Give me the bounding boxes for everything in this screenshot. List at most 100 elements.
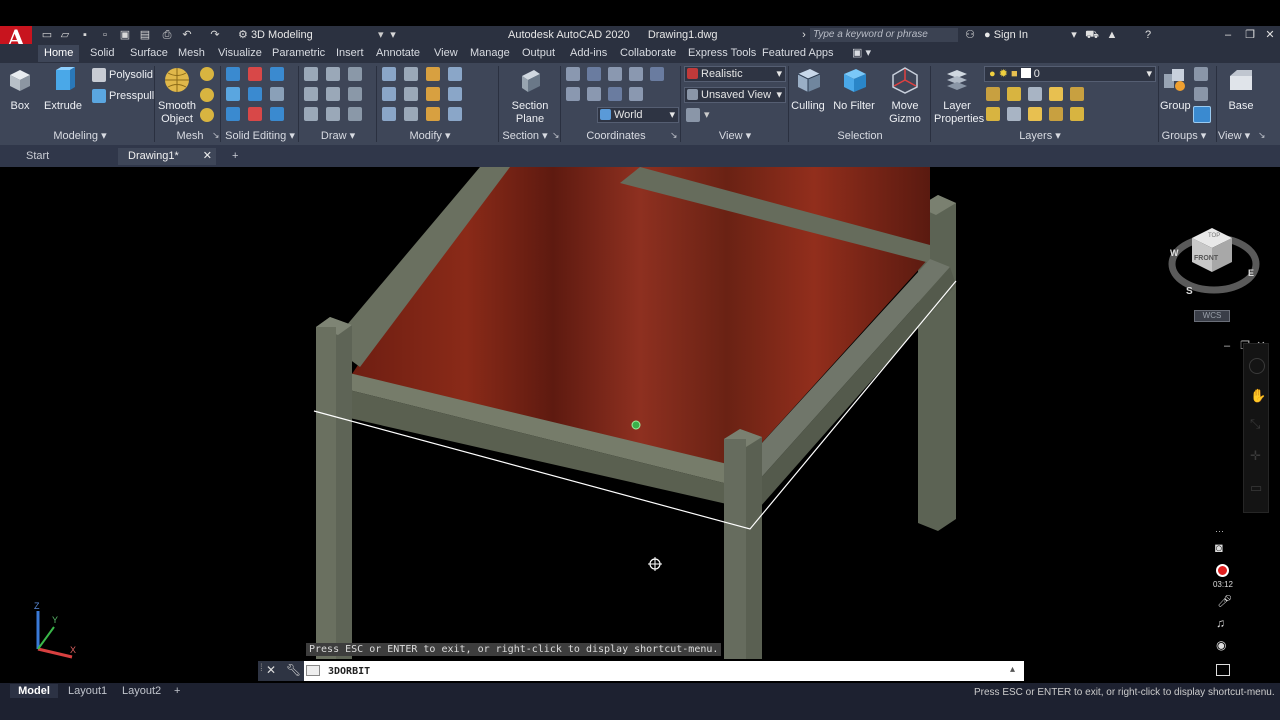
array-icon[interactable] (382, 107, 396, 121)
tab-layout2[interactable]: Layout2 (122, 684, 161, 698)
rectangle-icon[interactable] (348, 87, 362, 101)
new-tab-button[interactable]: + (232, 148, 238, 165)
microphone-icon[interactable]: 🎤︎ (1217, 594, 1232, 608)
layer-dropdown[interactable]: ● ✹ ■ 0 ▾ (984, 66, 1156, 82)
fillet-edge-icon[interactable] (270, 107, 284, 121)
imprint-icon[interactable] (226, 107, 240, 121)
new-icon[interactable]: ▭ (40, 29, 54, 42)
move-icon[interactable] (382, 67, 396, 81)
stretch-icon[interactable] (426, 87, 440, 101)
layer-off-icon[interactable] (986, 87, 1000, 101)
recorder-menu-icon[interactable]: ⋯ (1215, 526, 1224, 537)
explode-icon[interactable] (426, 107, 440, 121)
ungroup-icon[interactable] (1194, 67, 1208, 81)
panel-title-modeling[interactable]: Modeling ▾ (40, 129, 120, 143)
ribbon-options-icon[interactable]: ▣ ▾ (846, 45, 877, 62)
mesh-refine-icon[interactable] (200, 88, 214, 102)
ucs-x-icon[interactable] (566, 87, 580, 101)
layer-match-icon[interactable] (986, 107, 1000, 121)
panel-title-section[interactable]: Section ▾ (500, 129, 550, 143)
ucs-origin-icon[interactable] (587, 67, 601, 81)
grip-icon[interactable]: ⁞ (260, 663, 263, 674)
save-web-icon[interactable]: ▤ (138, 29, 152, 42)
polyline-icon[interactable] (326, 67, 340, 81)
arc-icon[interactable] (348, 67, 362, 81)
tab-add-ins[interactable]: Add-ins (564, 45, 613, 62)
culling-button[interactable]: Culling (790, 66, 826, 113)
viewport-minimize-icon[interactable]: – (1220, 339, 1234, 353)
group-selection-icon[interactable] (1193, 106, 1211, 123)
intersect-icon[interactable] (270, 67, 284, 81)
ucs-y-icon[interactable] (587, 87, 601, 101)
mesh-sphere-icon[interactable] (200, 67, 214, 81)
viewport-config-icon[interactable] (686, 108, 700, 122)
polysolid-button[interactable]: Polysolid (92, 67, 153, 83)
panel-title-coordinates[interactable]: Coordinates (566, 129, 666, 143)
tab-insert[interactable]: Insert (330, 45, 370, 62)
slice-icon[interactable] (248, 87, 262, 101)
help-icon[interactable]: ? (1140, 27, 1156, 43)
section-plane-button[interactable]: Section Plane (506, 66, 554, 126)
tab-output[interactable]: Output (516, 45, 561, 62)
group-edit-icon[interactable] (1194, 87, 1208, 101)
wcs-menu[interactable]: WCS (1194, 310, 1230, 322)
layer-unisolate-icon[interactable] (1070, 87, 1084, 101)
panel-title-view-2[interactable]: View ▾ (1214, 129, 1254, 143)
sign-in-button[interactable]: ● Sign In (984, 27, 1028, 43)
tab-collaborate[interactable]: Collaborate (614, 45, 682, 62)
binoculars-icon[interactable]: ⚇ (962, 27, 978, 43)
search-input[interactable]: Type a keyword or phrase (810, 28, 958, 42)
layer-delete-icon[interactable] (1070, 107, 1084, 121)
zoom-icon[interactable]: ⤡ (1250, 416, 1260, 432)
ucs-object-icon[interactable] (629, 67, 643, 81)
layer-properties-button[interactable]: Layer Properties (934, 66, 984, 126)
web-mobile-icon[interactable]: ▣ (118, 29, 132, 42)
tab-parametric[interactable]: Parametric (266, 45, 331, 62)
orbit-icon[interactable]: ✛ (1250, 448, 1261, 464)
mesh-crease-icon[interactable] (200, 108, 214, 122)
redo-icon[interactable]: ↷ (208, 29, 222, 42)
move-gizmo-button[interactable]: Move Gizmo (884, 66, 926, 126)
tab-manage[interactable]: Manage (464, 45, 516, 62)
chevron-down-icon[interactable]: ▾ (704, 108, 710, 121)
mirror-icon[interactable] (382, 87, 396, 101)
spline-icon[interactable] (304, 107, 318, 121)
maximize-icon[interactable]: ❐ (1242, 27, 1258, 43)
tab-drawing1[interactable]: Drawing1* ✕ (118, 148, 216, 165)
layer-isolate-icon[interactable] (1007, 87, 1021, 101)
record-icon[interactable] (1216, 564, 1229, 577)
tab-surface[interactable]: Surface (124, 45, 174, 62)
minimize-icon[interactable]: – (1220, 27, 1236, 43)
command-input[interactable] (328, 663, 1008, 679)
chevron-down-icon[interactable]: ▾ (1066, 27, 1082, 43)
subtract-icon[interactable] (248, 67, 262, 81)
undo-icon[interactable]: ↶ (180, 29, 194, 42)
extrude-button[interactable]: Extrude (44, 66, 82, 113)
tab-solid[interactable]: Solid (84, 45, 120, 62)
ellipse-icon[interactable] (326, 107, 340, 121)
layer-lock-icon[interactable] (1049, 87, 1063, 101)
command-history-toggle-icon[interactable]: ▴ (1010, 664, 1015, 675)
copy-icon[interactable] (448, 67, 462, 81)
close-icon[interactable]: ✕ (1262, 27, 1278, 43)
panel-title-layers[interactable]: Layers ▾ (1000, 129, 1080, 143)
offset-icon[interactable] (448, 107, 462, 121)
ucs-zaxis-icon[interactable] (629, 87, 643, 101)
workspace-switcher[interactable]: ⚙ 3D Modeling ▾ (238, 27, 398, 43)
union-icon[interactable] (226, 67, 240, 81)
command-prompt-icon[interactable] (306, 665, 320, 676)
tab-layout1[interactable]: Layout1 (68, 684, 107, 698)
hatch-icon[interactable] (348, 107, 362, 121)
showmotion-icon[interactable]: ▭ (1250, 480, 1262, 496)
tab-model[interactable]: Model (10, 684, 58, 698)
erase-icon[interactable] (404, 107, 418, 121)
tab-annotate[interactable]: Annotate (370, 45, 426, 62)
layer-merge-icon[interactable] (1049, 107, 1063, 121)
ucs-z-icon[interactable] (608, 87, 622, 101)
group-button[interactable]: Group (1160, 66, 1191, 113)
panel-title-mesh[interactable]: Mesh (160, 129, 220, 143)
ucs-view-icon[interactable] (650, 67, 664, 81)
pan-hand-icon[interactable]: ✋ (1250, 388, 1266, 404)
line-icon[interactable] (304, 67, 318, 81)
a360-icon[interactable]: ▲ (1104, 27, 1120, 43)
